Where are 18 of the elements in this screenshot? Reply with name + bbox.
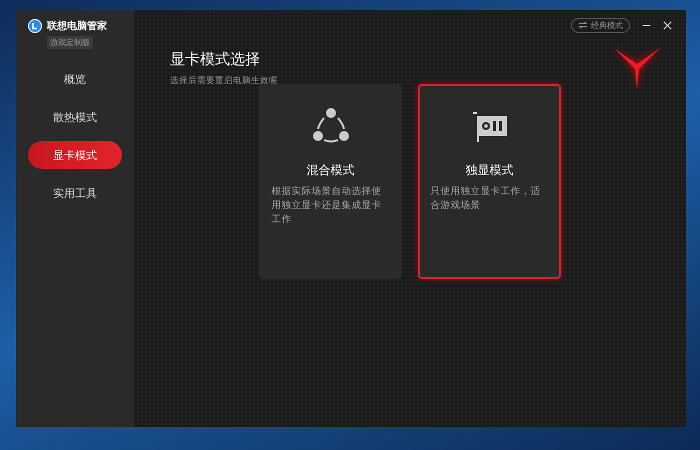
mode-title: 独显模式 [466, 162, 514, 179]
sidebar-item[interactable]: 显卡模式 [28, 141, 122, 169]
mode-card[interactable]: 混合模式 根据实际场景自动选择使用独立显卡还是集成显卡工作 [259, 84, 402, 279]
edition-badge: 游戏定制版 [47, 36, 93, 49]
page-subtitle: 选择后需要重启电脑生效喔 [170, 75, 278, 87]
mode-description: 只使用独立显卡工作，适合游戏场景 [430, 185, 542, 213]
page-title: 显卡模式选择 [170, 50, 261, 69]
mode-title: 混合模式 [306, 162, 354, 179]
sidebar-item[interactable]: 散热模式 [28, 103, 122, 131]
app-logo-icon [28, 19, 42, 33]
swap-icon [578, 21, 588, 29]
close-icon[interactable] [663, 20, 672, 30]
mode-description: 根据实际场景自动选择使用独立显卡还是集成显卡工作 [272, 185, 382, 227]
mode-card[interactable]: 独显模式 只使用独立显卡工作，适合游戏场景 [418, 84, 561, 279]
classic-mode-button[interactable]: 经典模式 [571, 18, 630, 32]
app-name: 联想电脑管家 [47, 19, 107, 33]
sidebar-item[interactable]: 概览 [28, 65, 122, 93]
sidebar-item[interactable]: 实用工具 [28, 179, 122, 207]
